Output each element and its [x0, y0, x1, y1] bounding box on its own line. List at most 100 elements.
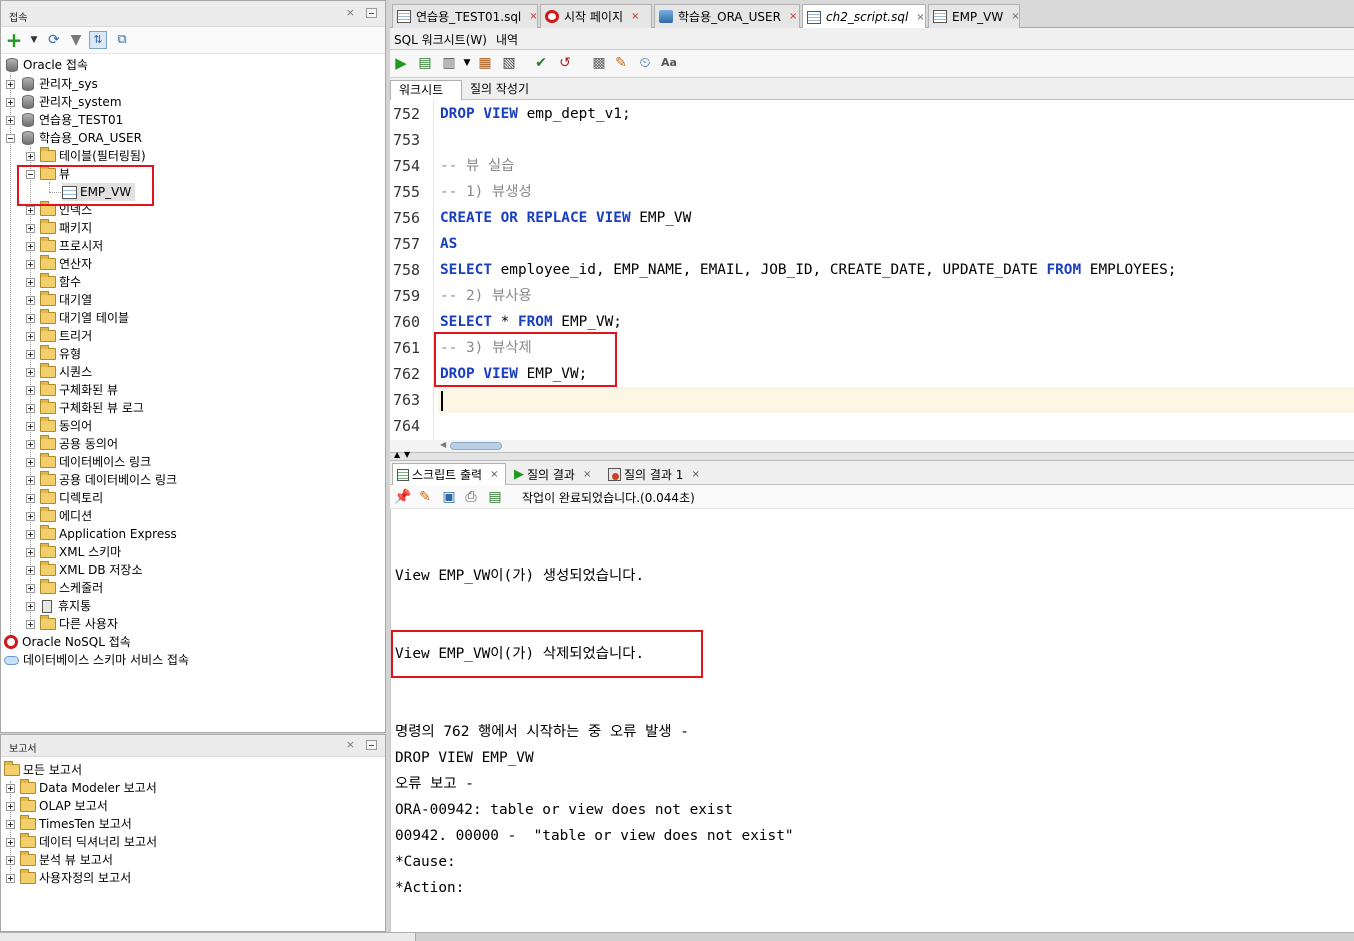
save-icon[interactable]: ▣	[440, 488, 458, 506]
collapse-icon[interactable]	[26, 169, 35, 179]
expand-icon[interactable]	[26, 241, 35, 251]
tab-sql-worksheet[interactable]: SQL 워크시트(W)	[394, 31, 487, 48]
tree-node-views[interactable]: 뷰	[26, 165, 70, 183]
expand-icon[interactable]	[26, 367, 35, 377]
expand-icon[interactable]	[26, 619, 35, 629]
expand-icon[interactable]	[6, 115, 15, 125]
print-icon[interactable]: ⎙	[462, 488, 480, 506]
expand-icon[interactable]	[26, 205, 35, 215]
tree-node-admin-system[interactable]: 관리자_system	[6, 93, 122, 111]
tab-ora-user[interactable]: 학습용_ORA_USER ×	[654, 4, 800, 28]
tree-node-packages[interactable]: 패키지	[26, 219, 92, 237]
expand-icon[interactable]	[26, 385, 35, 395]
close-tab-icon[interactable]: ×	[916, 12, 924, 23]
tab-ch2-script-sql[interactable]: ch2_script.sql ×	[802, 4, 926, 29]
expand-icon[interactable]	[6, 801, 15, 811]
tree-node-all-reports[interactable]: 모든 보고서	[4, 761, 82, 779]
format-case-icon[interactable]: Aa	[660, 54, 678, 72]
expand-icon[interactable]	[26, 457, 35, 467]
code-line[interactable]: 752 DROP VIEW emp_dept_v1;	[390, 101, 1354, 127]
tab-script-output[interactable]: 스크립트 출력 ×	[392, 463, 506, 485]
close-tab-icon[interactable]: ×	[631, 11, 639, 22]
tree-node-oracle-connections[interactable]: Oracle 접속	[4, 56, 88, 74]
filter-icon[interactable]: ▼	[67, 31, 85, 49]
tab-query-result[interactable]: ▶ 질의 결과 ×	[510, 463, 595, 485]
tree-node-triggers[interactable]: 트리거	[26, 327, 92, 345]
tree-node-other-users[interactable]: 다른 사용자	[26, 615, 118, 633]
schema-browser-icon[interactable]: ⇅	[89, 31, 107, 49]
code-line[interactable]: 762 DROP VIEW EMP_VW;	[390, 361, 1354, 387]
expand-icon[interactable]	[26, 277, 35, 287]
tree-node-data-dictionary-reports[interactable]: 데이터 딕셔너리 보고서	[6, 833, 157, 851]
tree-node-public-database-links[interactable]: 공용 데이터베이스 링크	[26, 471, 177, 489]
tree-node-test01[interactable]: 연습용_TEST01	[6, 111, 123, 129]
tree-node-queue-tables[interactable]: 대기열 테이블	[26, 309, 129, 327]
autotrace-icon[interactable]: ▦	[476, 54, 494, 72]
editor-horizontal-scrollbar[interactable]: ◀	[390, 440, 1354, 452]
tree-node-public-synonyms[interactable]: 공용 동의어	[26, 435, 118, 453]
expand-icon[interactable]	[26, 331, 35, 341]
rollback-icon[interactable]: ↺	[556, 54, 574, 72]
tree-node-nosql-connections[interactable]: Oracle NoSQL 접속	[4, 633, 131, 651]
expand-icon[interactable]	[26, 583, 35, 593]
expand-icon[interactable]	[26, 511, 35, 521]
tree-node-xml-schemas[interactable]: XML 스키마	[26, 543, 121, 561]
collapse-down-icon[interactable]: ▼	[404, 450, 410, 459]
scrollbar-thumb[interactable]	[450, 442, 502, 450]
tree-node-ora-user[interactable]: 학습용_ORA_USER	[6, 129, 142, 147]
close-tab-icon[interactable]: ×	[789, 11, 797, 22]
add-connection-dropdown-icon[interactable]: ▼	[25, 31, 43, 49]
code-line[interactable]: 757 AS	[390, 231, 1354, 257]
expand-icon[interactable]	[26, 529, 35, 539]
expand-icon[interactable]	[26, 295, 35, 305]
tab-history[interactable]: 내역	[496, 31, 518, 48]
add-connection-icon[interactable]: +	[5, 30, 23, 50]
reports-panel-close-button[interactable]: ×	[346, 738, 355, 751]
run-script-icon[interactable]: ▤	[416, 54, 434, 72]
tree-node-materialized-views[interactable]: 구체화된 뷰	[26, 381, 118, 399]
code-line[interactable]: 753	[390, 127, 1354, 153]
expand-icon[interactable]	[26, 475, 35, 485]
close-tab-icon[interactable]: ×	[529, 11, 537, 22]
explain-plan-icon[interactable]: ▥	[440, 54, 458, 72]
unshared-sql-icon[interactable]: ▩	[590, 54, 608, 72]
tab-test01-sql[interactable]: 연습용_TEST01.sql ×	[392, 4, 538, 28]
tree-node-procedures[interactable]: 프로시저	[26, 237, 103, 255]
tree-node-user-defined-reports[interactable]: 사용자정의 보고서	[6, 869, 131, 887]
expand-icon[interactable]	[26, 439, 35, 449]
expand-icon[interactable]	[26, 313, 35, 323]
expand-icon[interactable]	[26, 151, 35, 161]
tree-node-timesten-reports[interactable]: TimesTen 보고서	[6, 815, 132, 833]
tree-node-synonyms[interactable]: 동의어	[26, 417, 92, 435]
expand-icon[interactable]	[6, 873, 15, 883]
code-line[interactable]: 759 -- 2) 뷰사용	[390, 283, 1354, 309]
expand-icon[interactable]	[26, 493, 35, 503]
sql-editor[interactable]: 752 DROP VIEW emp_dept_v1; 753 754 -- 뷰 실습 75…	[390, 100, 1354, 440]
tab-query-result-1[interactable]: 질의 결과 1 ×	[604, 463, 704, 485]
tree-node-queues[interactable]: 대기열	[26, 291, 92, 309]
code-line[interactable]: 758 SELECT employee_id, EMP_NAME, EMAIL, …	[390, 257, 1354, 283]
commit-icon[interactable]: ✔	[532, 54, 550, 72]
expand-icon[interactable]	[26, 223, 35, 233]
tree-node-analytic-view-reports[interactable]: 분석 뷰 보고서	[6, 851, 113, 869]
tree-node-tables[interactable]: 테이블(필터링됨)	[26, 147, 146, 165]
refresh-icon[interactable]: ⟳	[45, 31, 63, 49]
tree-node-emp-vw[interactable]: EMP_VW	[62, 183, 136, 201]
tree-node-sequences[interactable]: 시퀀스	[26, 363, 92, 381]
close-tab-icon[interactable]: ×	[490, 469, 498, 480]
expand-icon[interactable]	[26, 601, 35, 611]
code-line[interactable]: 763	[390, 387, 1354, 413]
tree-node-application-express[interactable]: Application Express	[26, 525, 177, 543]
tree-node-indexes[interactable]: 인덱스	[26, 201, 92, 219]
expand-icon[interactable]	[26, 403, 35, 413]
tree-node-types[interactable]: 유형	[26, 345, 81, 363]
tree-node-xml-db-repository[interactable]: XML DB 저장소	[26, 561, 142, 579]
sql-tuning-icon[interactable]: ▧	[500, 54, 518, 72]
expand-icon[interactable]	[6, 97, 15, 107]
tree-node-olap-reports[interactable]: OLAP 보고서	[6, 797, 108, 815]
close-tab-icon[interactable]: ×	[691, 469, 699, 480]
clear-output-icon[interactable]: ✎	[416, 488, 434, 506]
open-icon[interactable]: ▤	[486, 488, 504, 506]
expand-icon[interactable]	[26, 547, 35, 557]
code-line[interactable]: 760 SELECT * FROM EMP_VW;	[390, 309, 1354, 335]
